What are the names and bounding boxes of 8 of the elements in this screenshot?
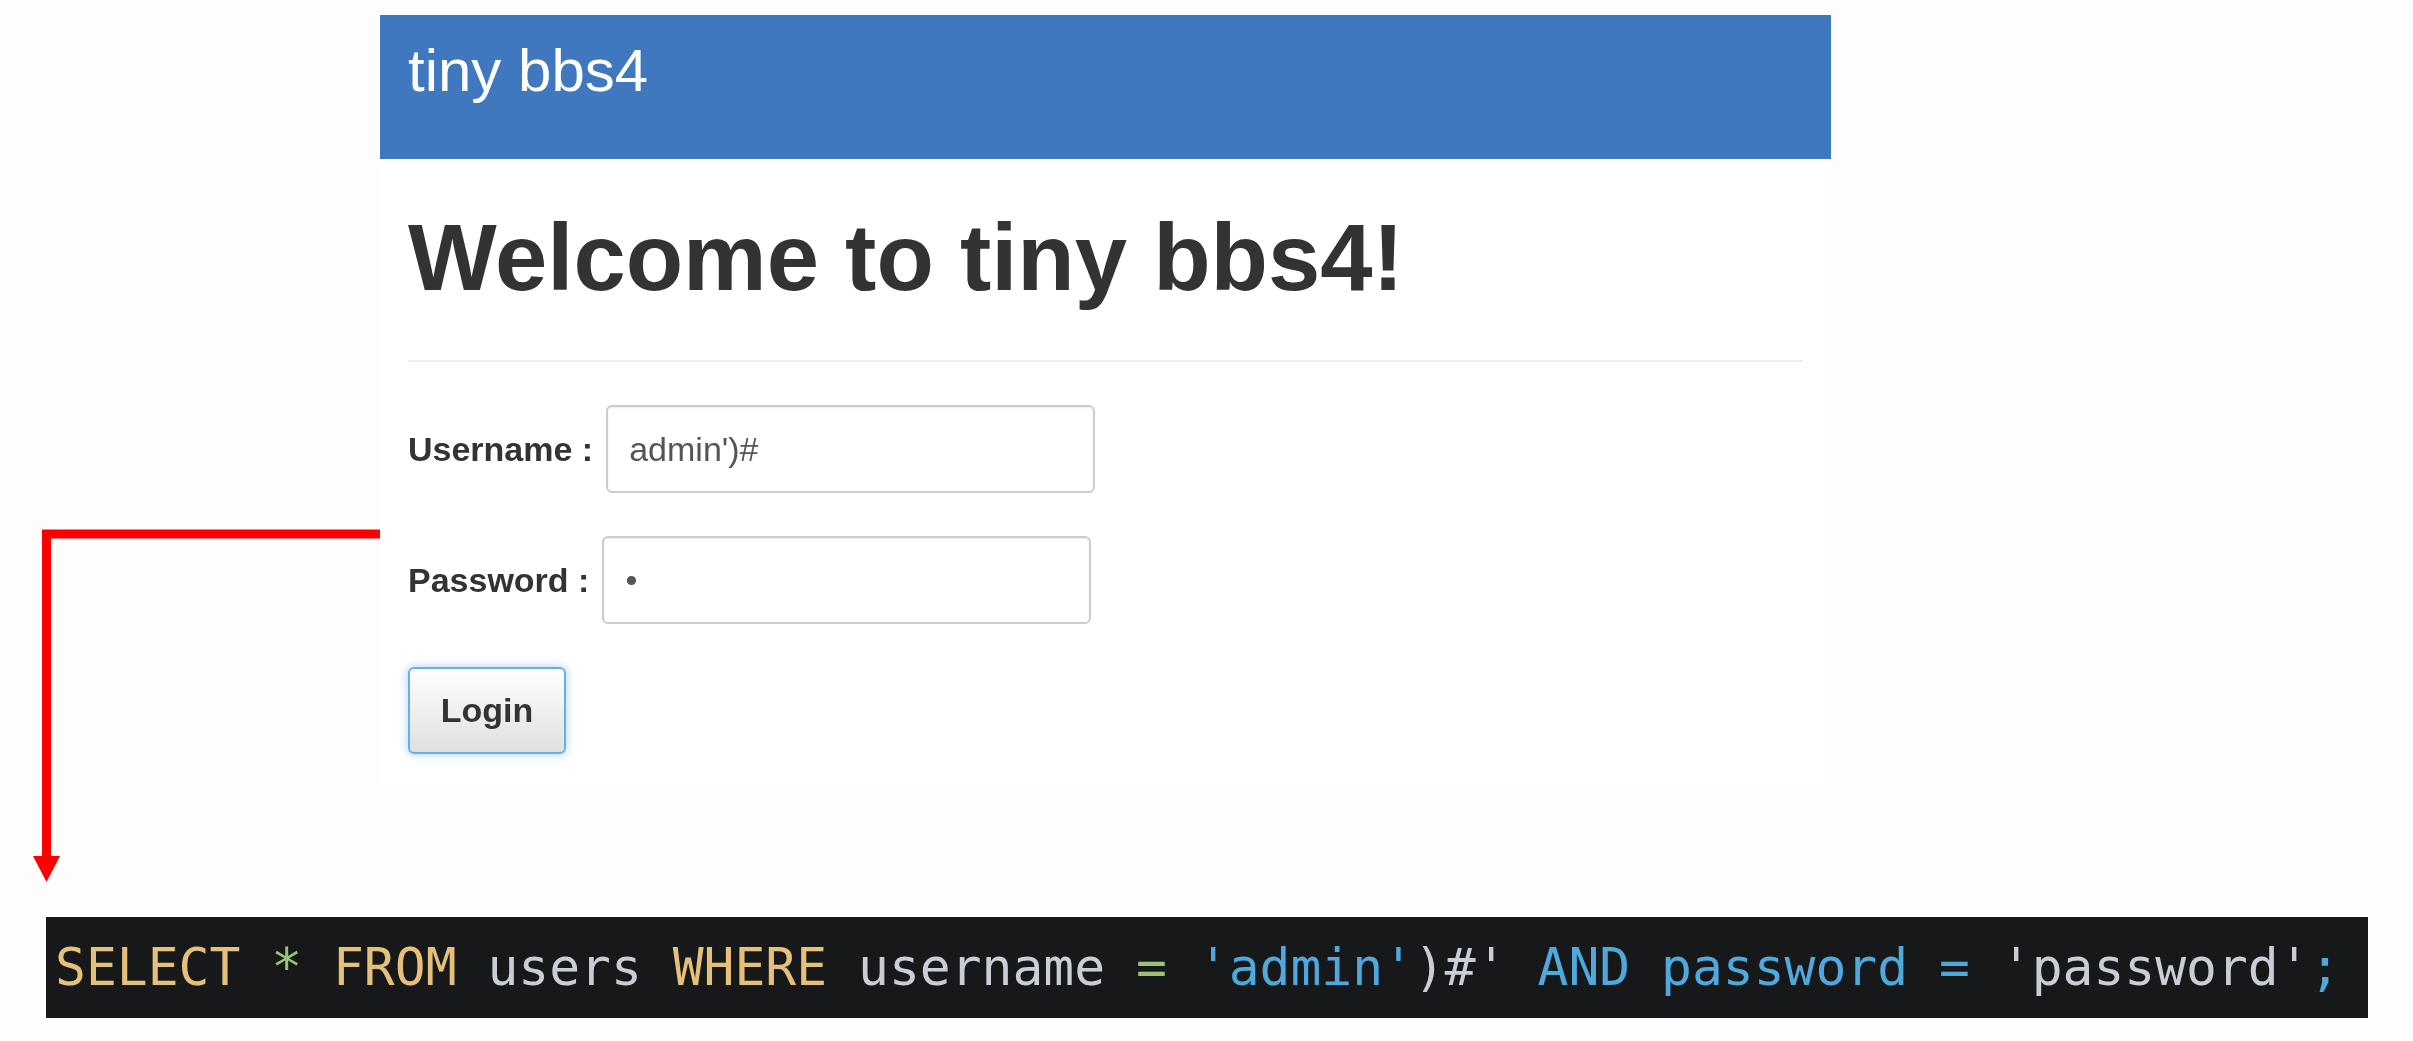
sql-query: SELECT * FROM users WHERE username = 'admin')#' AND password = 'password'; (55, 941, 2341, 994)
field-label: Password : (408, 559, 590, 601)
site-title[interactable]: tiny bbs4 (408, 37, 649, 104)
field-label: Username : (408, 428, 594, 470)
login-button[interactable]: Login (408, 667, 566, 755)
input-field[interactable]: admin')# (606, 405, 1096, 494)
welcome-heading: Welcome to tiny bbs4! (408, 206, 1404, 310)
input-field[interactable]: • (602, 536, 1092, 625)
